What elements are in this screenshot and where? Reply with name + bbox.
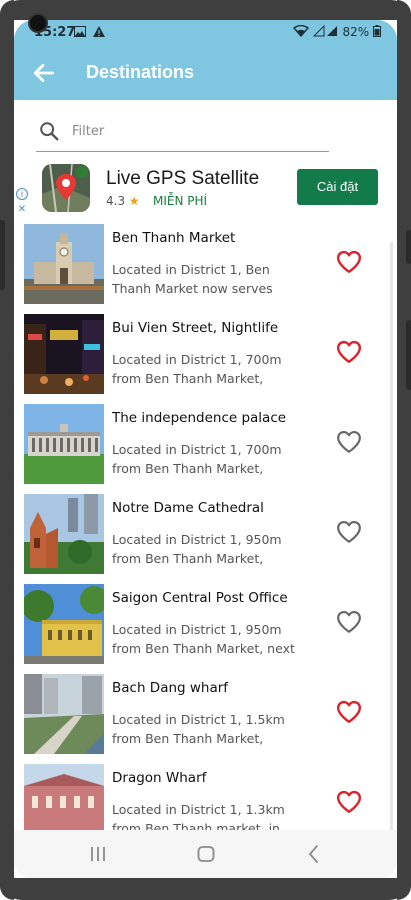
back-nav-icon[interactable] <box>302 842 326 866</box>
ad-rating-value: 4.3 <box>106 194 126 208</box>
side-button <box>406 320 411 390</box>
destination-thumbnail[interactable] <box>24 764 104 830</box>
destination-description: Located in District 1, 1.3km from Ben Th… <box>112 802 285 830</box>
front-camera <box>28 13 48 33</box>
image-icon <box>74 26 86 37</box>
list-item[interactable]: Bach Dang wharf Located in District 1, 1… <box>14 672 397 762</box>
destination-name[interactable]: The independence palace <box>112 410 286 426</box>
post-office-image <box>24 584 104 664</box>
app-screen: 15:27 82% Destinations Filter i ✕ Live G… <box>14 20 397 878</box>
destination-description: Located in District 1, 950m from Ben Tha… <box>112 532 282 566</box>
destination-name[interactable]: Bui Vien Street, Nightlife <box>112 320 278 336</box>
recent-apps-icon[interactable] <box>86 842 110 866</box>
destination-thumbnail[interactable] <box>24 494 104 574</box>
arrow-left-icon[interactable] <box>31 60 57 86</box>
warning-icon <box>92 26 105 37</box>
ad-title[interactable]: Live GPS Satellite <box>106 168 259 190</box>
dragon-wharf-image <box>24 764 104 830</box>
phone-bezel-right <box>397 0 411 900</box>
bach-dang-wharf-image <box>24 674 104 754</box>
phone-bezel-bottom <box>0 878 411 900</box>
wifi-icon <box>292 24 309 38</box>
list-item[interactable]: The independence palace Located in Distr… <box>14 402 397 492</box>
system-status: 82% <box>292 24 381 39</box>
destination-thumbnail[interactable] <box>24 584 104 664</box>
scrollbar[interactable] <box>390 242 393 842</box>
ad-price: MIỄN PHÍ <box>153 194 208 208</box>
destination-description: Located in District 1, 700m from Ben Tha… <box>112 442 282 476</box>
destination-name[interactable]: Notre Dame Cathedral <box>112 500 264 516</box>
page-title: Destinations <box>86 62 195 82</box>
ad-info-icon[interactable]: i <box>16 188 28 200</box>
heart-icon[interactable] <box>336 700 362 724</box>
destination-name[interactable]: Bach Dang wharf <box>112 680 228 696</box>
destination-name[interactable]: Ben Thanh Market <box>112 230 235 246</box>
list-item[interactable]: Dragon Wharf Located in District 1, 1.3k… <box>14 762 397 830</box>
destination-name[interactable]: Dragon Wharf <box>112 770 206 786</box>
app-bar: Destinations <box>14 48 397 100</box>
power-button <box>406 230 411 264</box>
list-item[interactable]: Saigon Central Post Office Located in Di… <box>14 582 397 672</box>
list-item[interactable]: Bui Vien Street, Nightlife Located in Di… <box>14 312 397 402</box>
notification-icons <box>74 25 105 39</box>
list-item[interactable]: Notre Dame Cathedral Located in District… <box>14 492 397 582</box>
destination-list[interactable]: Ben Thanh Market Located in District 1, … <box>14 222 397 830</box>
destination-thumbnail[interactable] <box>24 314 104 394</box>
signal-icon <box>312 24 337 37</box>
heart-icon[interactable] <box>336 520 362 544</box>
destination-thumbnail[interactable] <box>24 224 104 304</box>
phone-bezel-top <box>0 0 411 20</box>
heart-icon[interactable] <box>336 250 362 274</box>
search-icon <box>40 122 59 141</box>
heart-icon[interactable] <box>336 430 362 454</box>
system-nav-bar <box>14 830 397 878</box>
ad-close-icon[interactable]: ✕ <box>16 204 28 216</box>
destination-description: Located in District 1, 950m from Ben Tha… <box>112 622 295 656</box>
gps-app-logo <box>42 164 90 212</box>
independence-palace-image <box>24 404 104 484</box>
heart-icon[interactable] <box>336 790 362 814</box>
destination-name[interactable]: Saigon Central Post Office <box>112 590 288 606</box>
ad-app-icon[interactable] <box>42 164 90 212</box>
ad-rating: 4.3 ★ <box>106 194 140 208</box>
battery-percent: 82% <box>342 25 370 39</box>
destination-description: Located in District 1, 700m from Ben Tha… <box>112 352 282 386</box>
destination-thumbnail[interactable] <box>24 404 104 484</box>
volume-button <box>0 220 5 290</box>
notre-dame-cathedral-image <box>24 494 104 574</box>
ad-install-button[interactable]: Cài đặt <box>297 169 378 205</box>
phone-bezel-left <box>0 0 14 900</box>
destination-thumbnail[interactable] <box>24 674 104 754</box>
battery-icon <box>373 25 381 37</box>
ben-thanh-market-image <box>24 224 104 304</box>
phone-frame: 15:27 82% Destinations Filter i ✕ Live G… <box>0 0 411 900</box>
ad-banner[interactable]: i ✕ Live GPS Satellite 4.3 ★ MIỄN PHÍ Cà… <box>14 160 397 222</box>
destination-description: Located in District 1, 1.5km from Ben Th… <box>112 712 285 746</box>
destination-description: Located in District 1, Ben Thanh Market … <box>112 262 273 296</box>
filter-input[interactable] <box>72 120 312 142</box>
heart-icon[interactable] <box>336 610 362 634</box>
star-icon: ★ <box>128 194 140 208</box>
filter-bar <box>36 112 329 152</box>
list-item[interactable]: Ben Thanh Market Located in District 1, … <box>14 222 397 312</box>
status-bar: 15:27 82% <box>14 20 397 48</box>
heart-icon[interactable] <box>336 340 362 364</box>
home-icon[interactable] <box>194 842 218 866</box>
bui-vien-street-image <box>24 314 104 394</box>
